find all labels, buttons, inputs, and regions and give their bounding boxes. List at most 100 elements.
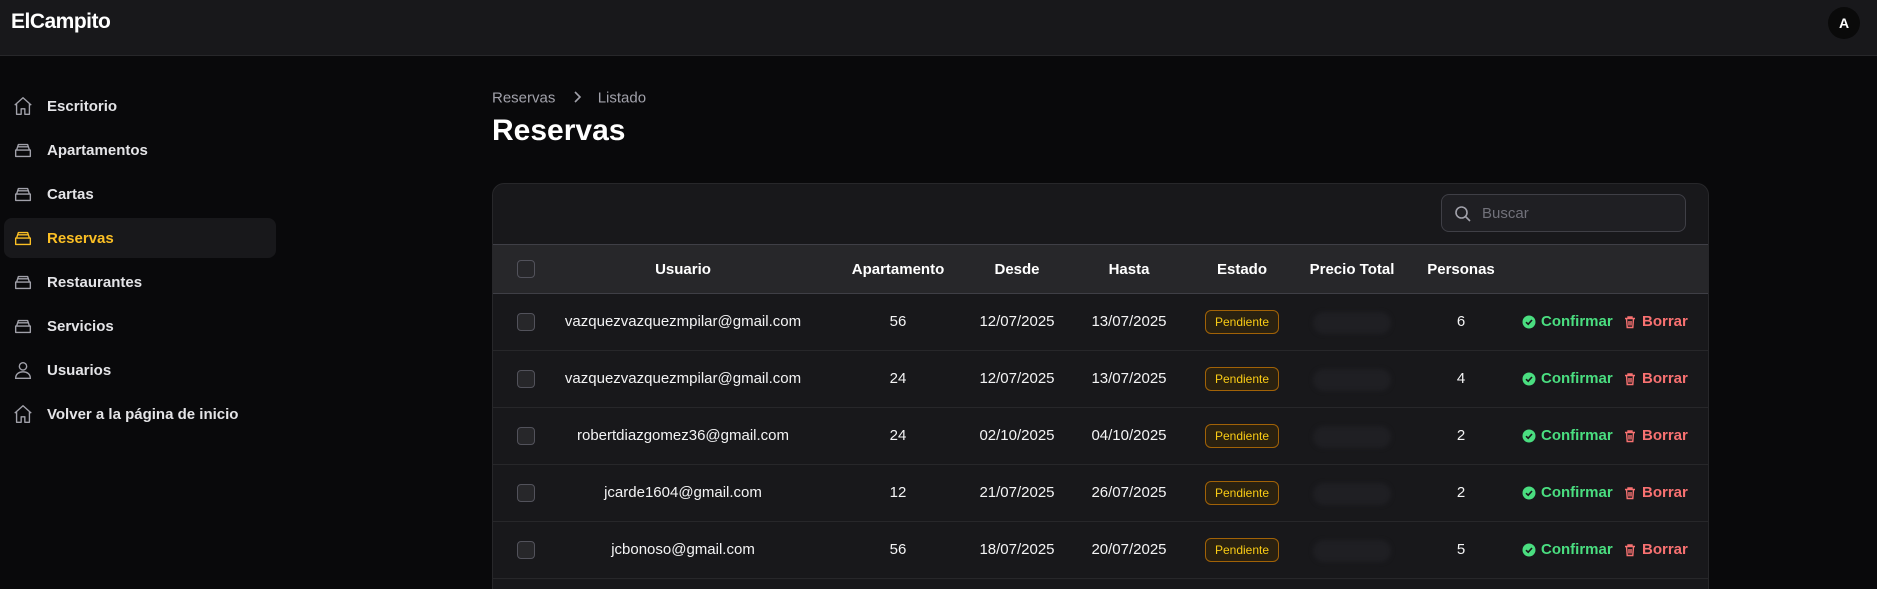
cell-apartamento: 56 [889, 313, 907, 330]
confirm-button[interactable]: Confirmar [1522, 541, 1613, 558]
table-row: vazquezvazquezmpilar@gmail.com 56 12/07/20… [493, 294, 1708, 351]
search-input[interactable] [1482, 195, 1677, 231]
confirm-label: Confirmar [1541, 427, 1613, 444]
delete-button[interactable]: Borrar [1623, 484, 1688, 501]
sidebar-item-label: Restaurantes [47, 274, 143, 291]
search-icon [1454, 205, 1472, 223]
delete-button[interactable]: Borrar [1623, 370, 1688, 387]
select-all-checkbox[interactable] [517, 260, 535, 278]
avatar[interactable]: A [1828, 7, 1860, 39]
check-circle-icon [1522, 372, 1536, 385]
table-row: vazquezvazquezmpilar@gmail.com 24 12/07/20… [493, 351, 1708, 408]
cell-hasta: 26/07/2025 [1091, 484, 1167, 501]
inbox-stack-icon [12, 271, 34, 293]
delete-button[interactable]: Borrar [1623, 427, 1688, 444]
cell-hasta: 20/07/2025 [1091, 541, 1167, 558]
delete-button[interactable]: Borrar [1623, 541, 1688, 558]
breadcrumb-item-reservas[interactable]: Reservas [492, 90, 555, 107]
sidebar: Escritorio Apartamentos Cartas Reservas Rest… [0, 56, 280, 589]
chevron-right-icon [572, 90, 582, 107]
breadcrumb-item-listado: Listado [597, 89, 647, 107]
sidebar-item-restaurantes[interactable]: Restaurantes [4, 262, 276, 302]
top-bar: ElCampito A [0, 0, 1877, 56]
breadcrumb: Reservas Listado [492, 89, 646, 107]
confirm-button[interactable]: Confirmar [1522, 313, 1613, 330]
status-badge: Pendiente [1205, 538, 1279, 562]
trash-icon [1625, 486, 1635, 499]
confirm-button[interactable]: Confirmar [1522, 370, 1613, 387]
cell-apartamento: 24 [889, 370, 907, 387]
cell-personas: 2 [1456, 484, 1466, 501]
status-badge: Pendiente [1205, 481, 1279, 505]
check-circle-icon [1522, 315, 1536, 328]
table-row: jcbonoso@gmail.com 56 18/07/2025 20/07/2025… [493, 522, 1708, 579]
row-select-checkbox[interactable] [517, 313, 535, 331]
column-header-usuario[interactable]: Usuario [593, 261, 773, 278]
status-badge: Pendiente [1205, 367, 1279, 391]
home-icon [12, 95, 34, 117]
row-select-checkbox[interactable] [517, 541, 535, 559]
check-circle-icon [1522, 486, 1536, 499]
cell-hasta: 04/10/2025 [1091, 427, 1167, 444]
confirm-label: Confirmar [1541, 370, 1613, 387]
column-header-personas[interactable]: Personas [1411, 261, 1511, 278]
check-circle-icon [1522, 543, 1536, 556]
confirm-label: Confirmar [1541, 313, 1613, 330]
trash-icon [1625, 429, 1635, 442]
sidebar-item-servicios[interactable]: Servicios [4, 306, 276, 346]
column-header-hasta[interactable]: Hasta [1073, 261, 1185, 278]
cell-hasta: 13/07/2025 [1091, 370, 1167, 387]
search-box[interactable] [1441, 194, 1686, 232]
cell-desde: 12/07/2025 [979, 313, 1055, 330]
user-icon [12, 359, 34, 381]
row-select-checkbox[interactable] [517, 427, 535, 445]
cell-desde: 21/07/2025 [979, 484, 1055, 501]
confirm-label: Confirmar [1541, 541, 1613, 558]
inbox-stack-icon [12, 315, 34, 337]
cell-apartamento: 12 [889, 484, 907, 501]
confirm-button[interactable]: Confirmar [1522, 484, 1613, 501]
confirm-label: Confirmar [1541, 484, 1613, 501]
status-badge: Pendiente [1205, 310, 1279, 334]
cell-usuario: jcarde1604@gmail.com [604, 484, 762, 501]
brand-logo[interactable]: ElCampito [11, 10, 111, 34]
sidebar-item-escritorio[interactable]: Escritorio [4, 86, 276, 126]
cell-personas: 6 [1456, 313, 1466, 330]
reservations-table-panel: Usuario Apartamento Desde Hasta Estado P… [492, 183, 1709, 589]
cell-desde: 12/07/2025 [979, 370, 1055, 387]
cell-usuario: vazquezvazquezmpilar@gmail.com [564, 370, 802, 387]
redacted-price [1313, 312, 1391, 334]
cell-personas: 5 [1456, 541, 1466, 558]
row-select-checkbox[interactable] [517, 370, 535, 388]
column-header-precio-total[interactable]: Precio Total [1293, 261, 1411, 278]
trash-icon [1625, 543, 1635, 556]
column-header-estado[interactable]: Estado [1193, 261, 1291, 278]
sidebar-item-volver-a-la-pagina-de-inicio[interactable]: Volver a la página de inicio [4, 394, 276, 434]
redacted-price [1313, 540, 1391, 562]
cell-apartamento: 24 [889, 427, 907, 444]
column-header-apartamento[interactable]: Apartamento [841, 261, 955, 278]
cell-usuario: jcbonoso@gmail.com [611, 541, 755, 558]
delete-label: Borrar [1642, 541, 1688, 558]
table-header: Usuario Apartamento Desde Hasta Estado P… [493, 244, 1708, 294]
trash-icon [1625, 315, 1635, 328]
confirm-button[interactable]: Confirmar [1522, 427, 1613, 444]
row-select-checkbox[interactable] [517, 484, 535, 502]
inbox-stack-icon [12, 139, 34, 161]
delete-label: Borrar [1642, 313, 1688, 330]
delete-button[interactable]: Borrar [1623, 313, 1688, 330]
sidebar-item-cartas[interactable]: Cartas [4, 174, 276, 214]
cell-apartamento: 56 [889, 541, 907, 558]
sidebar-item-label: Escritorio [47, 98, 118, 115]
sidebar-item-label: Volver a la página de inicio [47, 406, 239, 423]
sidebar-item-apartamentos[interactable]: Apartamentos [4, 130, 276, 170]
page-title: Reservas [492, 114, 626, 147]
column-header-desde[interactable]: Desde [961, 261, 1073, 278]
sidebar-item-reservas[interactable]: Reservas [4, 218, 276, 258]
table-row: robertdiazgomez36@gmail.com 24 02/10/2025 0… [493, 408, 1708, 465]
status-badge: Pendiente [1205, 424, 1279, 448]
sidebar-item-label: Servicios [47, 318, 114, 335]
sidebar-item-usuarios[interactable]: Usuarios [4, 350, 276, 390]
sidebar-item-label: Cartas [47, 186, 94, 203]
cell-hasta: 13/07/2025 [1091, 313, 1167, 330]
